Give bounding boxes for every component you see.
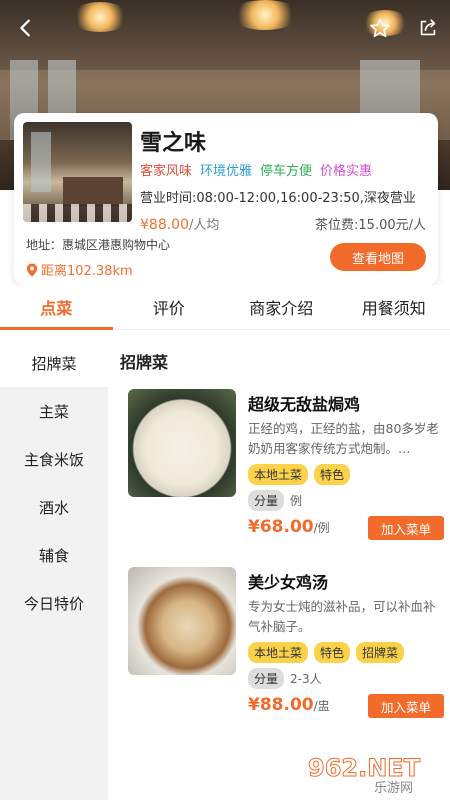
dish-item[interactable]: 超级无敌盐焗鸡 正经的鸡，正经的盐，由80多岁老奶奶用客家传统方式炮制。… 本地… — [128, 389, 444, 540]
dish-description: 专为女士炖的滋补品，可以补血补气补脑子。 — [248, 599, 436, 634]
share-button[interactable] — [412, 12, 444, 44]
sidebar-item-daily-special[interactable]: 今日特价 — [0, 579, 108, 627]
favorite-button[interactable] — [364, 12, 396, 44]
dish-price-value: ¥68.00 — [248, 517, 314, 537]
detail-tabs: 点菜 评价 商家介绍 用餐须知 — [0, 285, 450, 330]
watermark-logo: 962.NET 乐游网 — [308, 754, 422, 795]
restaurant-name: 雪之味 — [140, 131, 207, 156]
share-icon — [420, 19, 436, 36]
restaurant-tags: 客家风味 环境优雅 停车方便 价格实惠 — [140, 160, 372, 179]
tab-order[interactable]: 点菜 — [0, 285, 113, 330]
dish-price: ¥88.00/盅 — [248, 695, 330, 715]
sidebar-item-main-dishes[interactable]: 主菜 — [0, 387, 108, 435]
dish-tags: 本地土菜 特色 招牌菜 — [248, 642, 405, 663]
restaurant-tag: 停车方便 — [260, 164, 313, 179]
dish-portion: 分量 例 — [248, 490, 302, 511]
tea-fee: 茶位费:15.00元/人 — [315, 218, 426, 233]
tab-reviews[interactable]: 评价 — [113, 285, 226, 329]
average-price-value: ¥88.00 — [140, 217, 189, 233]
chevron-left-icon — [20, 19, 30, 37]
star-icon — [370, 18, 390, 38]
sidebar-item-drinks[interactable]: 酒水 — [0, 483, 108, 531]
dish-name: 美少女鸡汤 — [248, 573, 329, 592]
dish-tags: 本地土菜 特色 — [248, 464, 351, 485]
sidebar-item-signature[interactable]: 招牌菜 — [0, 339, 108, 387]
dish-price: ¥68.00/例 — [248, 517, 330, 537]
restaurant-info-card: 雪之味 客家风味 环境优雅 停车方便 价格实惠 营业时间:08:00-12:00… — [14, 113, 438, 285]
sidebar-item-rice[interactable]: 主食米饭 — [0, 435, 108, 483]
tab-dining-notice[interactable]: 用餐须知 — [338, 285, 450, 329]
average-price: ¥88.00/人均 — [140, 214, 219, 233]
add-to-menu-button[interactable]: 加入菜单 — [368, 516, 444, 540]
dish-name: 超级无敌盐焗鸡 — [248, 395, 361, 414]
dish-price-unit: /例 — [313, 521, 330, 535]
dish-tag: 本地土菜 — [248, 464, 309, 485]
dish-description: 正经的鸡，正经的盐，由80多岁老奶奶用客家传统方式炮制。… — [248, 421, 439, 456]
restaurant-thumbnail — [23, 122, 132, 222]
dish-tag: 特色 — [314, 464, 351, 485]
category-sidebar: 招牌菜 主菜 主食米饭 酒水 辅食 今日特价 — [0, 339, 108, 800]
business-hours: 营业时间:08:00-12:00,16:00-23:50,深夜营业 — [140, 191, 416, 206]
section-title: 招牌菜 — [120, 353, 169, 372]
thumb-floor — [23, 204, 132, 222]
portion-value: 例 — [290, 494, 303, 508]
dish-tag: 招牌菜 — [356, 642, 405, 663]
thumb-window — [31, 132, 51, 192]
dish-price-value: ¥88.00 — [248, 695, 314, 715]
sidebar-item-sides[interactable]: 辅食 — [0, 531, 108, 579]
ceiling-lamp — [230, 0, 300, 30]
dish-portion: 分量 2-3人 — [248, 668, 322, 689]
add-to-menu-button[interactable]: 加入菜单 — [368, 694, 444, 718]
ceiling-lamp — [70, 2, 130, 32]
dish-image — [128, 567, 236, 675]
portion-label: 分量 — [248, 668, 285, 689]
restaurant-tag: 客家风味 — [140, 164, 193, 179]
location-pin-icon — [26, 263, 38, 276]
menu-list: 招牌菜 超级无敌盐焗鸡 正经的鸡，正经的盐，由80多岁老奶奶用客家传统方式炮制。… — [108, 339, 450, 800]
portion-value: 2-3人 — [290, 672, 322, 686]
portion-label: 分量 — [248, 490, 285, 511]
dish-tag: 特色 — [314, 642, 351, 663]
dish-tag: 本地土菜 — [248, 642, 309, 663]
thumb-table — [63, 177, 123, 207]
view-map-button[interactable]: 查看地图 — [330, 243, 426, 271]
average-price-unit: /人均 — [189, 218, 220, 233]
distance-text: 距离102.38km — [41, 264, 133, 279]
restaurant-tag: 环境优雅 — [200, 164, 253, 179]
tab-merchant-intro[interactable]: 商家介绍 — [225, 285, 338, 329]
dish-price-unit: /盅 — [313, 699, 330, 713]
dish-image — [128, 389, 236, 497]
watermark-main: 962.NET — [308, 754, 421, 782]
distance: 距离102.38km — [26, 260, 133, 279]
restaurant-tag: 价格实惠 — [320, 164, 373, 179]
restaurant-address: 地址：惠城区港惠购物中心 — [26, 238, 171, 252]
watermark-sub: 乐游网 — [374, 781, 413, 794]
back-button[interactable] — [10, 12, 42, 44]
dish-item[interactable]: 美少女鸡汤 专为女士炖的滋补品，可以补血补气补脑子。 本地土菜 特色 招牌菜 分… — [128, 567, 444, 718]
